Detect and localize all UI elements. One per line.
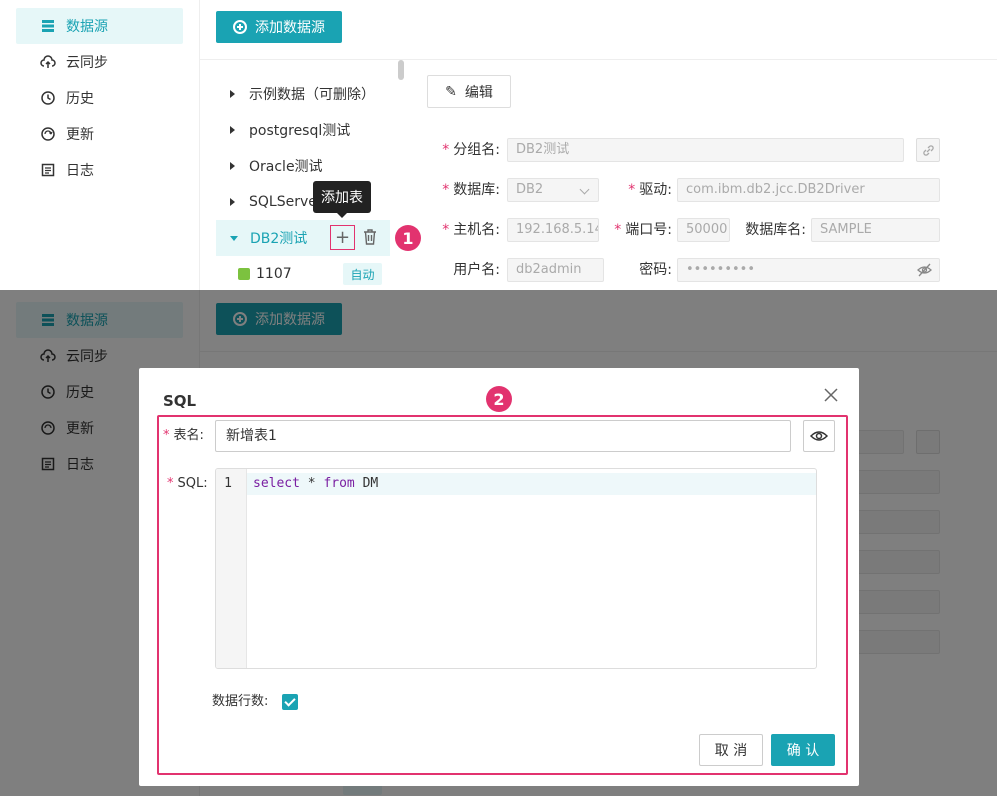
password-input[interactable]: ••••••••• xyxy=(677,258,940,282)
tree-item-label: postgresql测试 xyxy=(249,123,351,139)
tree-item[interactable]: Oracle测试 xyxy=(216,148,390,184)
caret-right-icon xyxy=(230,126,235,134)
tree-item-label: DB2测试 xyxy=(250,231,308,247)
add-datasource-label: 添加数据源 xyxy=(255,20,325,36)
tree-item-label: Oracle测试 xyxy=(249,159,323,175)
tree-scrollbar[interactable] xyxy=(398,60,404,80)
sidebar-item-update[interactable]: 更新 xyxy=(16,116,183,152)
sidebar-item-label: 云同步 xyxy=(66,55,108,71)
pen-icon: ✎ xyxy=(445,83,457,100)
add-table-plus-icon[interactable]: + xyxy=(330,225,355,250)
cloud-sync-icon xyxy=(40,54,56,70)
edit-label: 编辑 xyxy=(464,84,493,101)
driver-label: * 驱动: xyxy=(628,182,672,198)
sidebar-item-label: 日志 xyxy=(66,163,94,179)
driver-input[interactable]: com.ibm.db2.jcc.DB2Driver xyxy=(677,178,940,202)
tree-item[interactable]: postgresql测试 xyxy=(216,112,390,148)
username-label: 用户名: xyxy=(453,262,500,278)
add-table-tooltip: 添加表 xyxy=(313,181,371,218)
tree-item[interactable]: 示例数据（可删除） xyxy=(216,76,390,112)
edit-button[interactable]: ✎ 编辑 xyxy=(427,75,511,108)
sidebar-item-cloud-sync[interactable]: 云同步 xyxy=(16,44,183,80)
add-datasource-button[interactable]: 添加数据源 xyxy=(216,11,342,43)
auto-badge: 自动 xyxy=(343,263,382,285)
caret-down-icon xyxy=(230,235,238,241)
confirm-button[interactable]: 确 认 xyxy=(771,734,835,766)
dbname-input[interactable]: SAMPLE xyxy=(811,218,940,242)
chevron-down-icon xyxy=(579,184,590,195)
sql-label: * SQL: xyxy=(167,476,208,491)
sidebar-item-history[interactable]: 历史 xyxy=(16,80,183,116)
step-marker-1: 1 xyxy=(395,225,421,251)
host-label: * 主机名: xyxy=(442,222,500,238)
row-count-label: 数据行数: xyxy=(212,694,269,709)
group-name-input[interactable]: DB2测试 xyxy=(507,138,904,162)
database-label: * 数据库: xyxy=(442,182,500,198)
database-icon xyxy=(40,18,56,34)
sidebar-item-datasource[interactable]: 数据源 xyxy=(16,8,183,44)
eye-icon xyxy=(810,431,828,441)
sidebar: 数据源 云同步 历史 更新 日志 xyxy=(0,0,200,290)
sidebar-item-label: 历史 xyxy=(66,91,94,107)
refresh-icon xyxy=(40,126,56,142)
tree-item-label: 示例数据（可删除） xyxy=(249,87,375,103)
tree-item-label: SQLServer xyxy=(249,194,323,210)
editor-gutter xyxy=(216,469,247,668)
datasource-tree: 示例数据（可删除） postgresql测试 Oracle测试 SQLServe… xyxy=(200,60,406,290)
line-number: 1 xyxy=(224,476,232,491)
database-select[interactable]: DB2 xyxy=(507,178,599,202)
cancel-button[interactable]: 取 消 xyxy=(699,734,763,766)
sidebar-item-label: 数据源 xyxy=(66,19,108,35)
plus-circle-icon xyxy=(233,20,247,34)
sidebar-item-label: 更新 xyxy=(66,127,94,143)
caret-right-icon xyxy=(230,198,235,206)
log-icon xyxy=(40,162,56,178)
top-screenshot: 数据源 云同步 历史 更新 日志 添加数据源 示例数据（可删除） postgre… xyxy=(0,0,997,290)
dialog-title: SQL xyxy=(163,392,197,410)
trash-icon[interactable] xyxy=(362,228,378,246)
table-item-label: 1107 xyxy=(256,266,292,282)
eye-off-icon[interactable] xyxy=(917,263,932,281)
sidebar-item-log[interactable]: 日志 xyxy=(16,152,183,188)
table-icon xyxy=(238,268,250,280)
port-label: * 端口号: xyxy=(614,222,672,238)
port-input[interactable]: 50000 xyxy=(677,218,730,242)
preview-eye-button[interactable] xyxy=(803,420,835,452)
step-marker-2: 2 xyxy=(486,386,512,412)
password-label: 密码: xyxy=(639,262,672,278)
host-input[interactable]: 192.168.5.14 xyxy=(507,218,599,242)
table-name-input[interactable]: 新增表1 xyxy=(215,420,791,452)
close-icon[interactable] xyxy=(823,387,839,403)
table-name-label: * 表名: xyxy=(163,428,204,443)
username-input[interactable]: db2admin xyxy=(507,258,604,282)
group-name-label: * 分组名: xyxy=(442,142,500,158)
sql-editor[interactable]: 1 select * from DM xyxy=(215,468,817,669)
sql-code-line[interactable]: select * from DM xyxy=(253,473,378,495)
dbname-label: 数据库名: xyxy=(745,222,806,238)
link-icon[interactable] xyxy=(916,138,940,162)
row-count-checkbox[interactable] xyxy=(282,694,298,710)
clock-icon xyxy=(40,90,56,106)
caret-right-icon xyxy=(230,162,235,170)
caret-right-icon xyxy=(230,90,235,98)
